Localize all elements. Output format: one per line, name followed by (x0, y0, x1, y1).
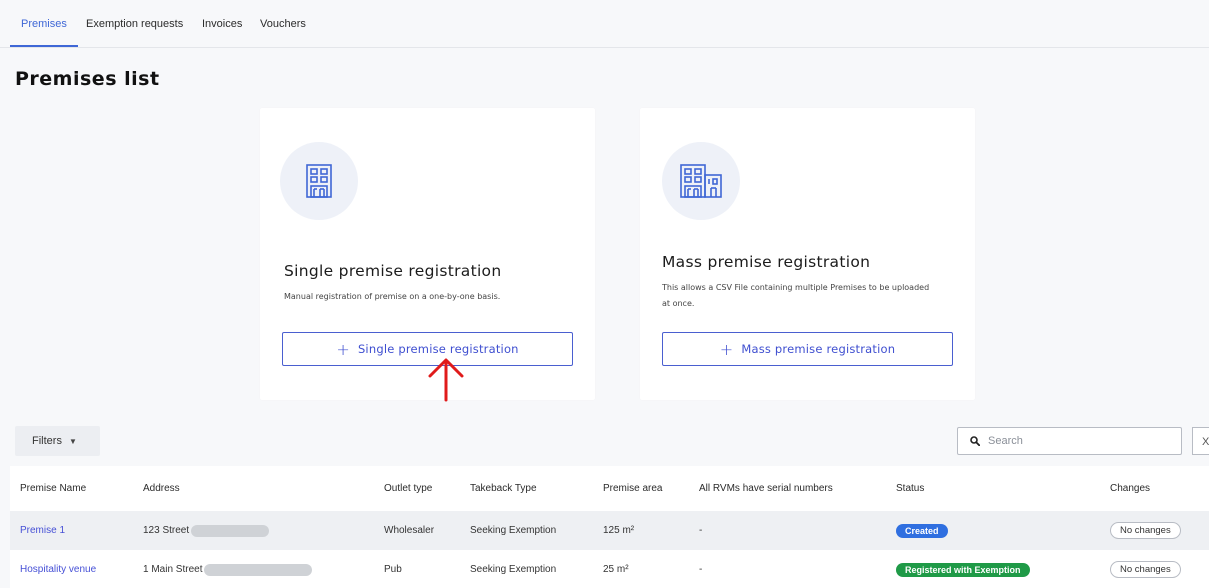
header-status[interactable]: Status (896, 466, 924, 511)
premise-name-link[interactable]: Hospitality venue (20, 564, 96, 575)
search-box (957, 427, 1182, 455)
changes-badge: No changes (1110, 561, 1181, 578)
premise-area: 25 m² (603, 564, 629, 575)
search-input[interactable] (988, 435, 1168, 447)
tab-bar: Premises Exemption requests Invoices Vou… (0, 0, 1209, 48)
table-row[interactable]: Hospitality venue 1 Main Street Pub Seek… (10, 550, 1209, 588)
mass-registration-button-label: Mass premise registration (741, 342, 896, 356)
header-address[interactable]: Address (143, 466, 180, 511)
redacted-block (204, 563, 313, 576)
buildings-icon (662, 142, 740, 220)
tab-vouchers[interactable]: Vouchers (260, 18, 306, 30)
search-icon (970, 436, 980, 446)
takeback-type: Seeking Exemption (470, 525, 557, 536)
mass-registration-title: Mass premise registration (662, 253, 871, 271)
plus-icon: + (719, 339, 734, 359)
header-takeback-type[interactable]: Takeback Type (470, 466, 537, 511)
takeback-type: Seeking Exemption (470, 564, 557, 575)
redacted-block (191, 524, 270, 537)
filters-label: Filters (32, 435, 62, 447)
changes-badge: No changes (1110, 522, 1181, 539)
header-outlet-type[interactable]: Outlet type (384, 466, 432, 511)
outlet-type: Wholesaler (384, 525, 435, 536)
header-premise-area[interactable]: Premise area (603, 466, 662, 511)
premise-name-link[interactable]: Premise 1 (20, 525, 65, 536)
mass-registration-card: Mass premise registration This allows a … (640, 108, 975, 400)
caret-down-icon: ▼ (68, 436, 77, 446)
premises-table: Premise Name Address Outlet type Takebac… (10, 466, 1209, 588)
close-button[interactable]: X (1192, 427, 1209, 455)
building-icon (280, 142, 358, 220)
status-badge: Registered with Exemption (896, 562, 1030, 577)
page-title: Premises list (15, 68, 160, 90)
header-changes[interactable]: Changes (1110, 466, 1150, 511)
address-text: 123 Street (143, 525, 190, 536)
annotation-arrow-icon (428, 358, 464, 402)
premise-area: 125 m² (603, 525, 635, 536)
address-text: 1 Main Street (143, 564, 203, 575)
header-rvm-serials[interactable]: All RVMs have serial numbers (699, 466, 833, 511)
mass-registration-button[interactable]: + Mass premise registration (662, 332, 953, 366)
table-row[interactable]: Premise 1 123 Street Wholesaler Seeking … (10, 511, 1209, 550)
rvm-serials: - (699, 525, 703, 536)
plus-icon: + (336, 339, 350, 359)
status-badge: Created (896, 523, 948, 538)
outlet-type: Pub (384, 564, 402, 575)
header-premise-name[interactable]: Premise Name (20, 466, 86, 511)
filters-button[interactable]: Filters ▼ (15, 426, 100, 456)
tab-exemption-requests[interactable]: Exemption requests (86, 18, 183, 30)
active-tab-indicator (10, 45, 78, 47)
tab-invoices[interactable]: Invoices (202, 18, 242, 30)
rvm-serials: - (699, 564, 703, 575)
single-registration-title: Single premise registration (284, 262, 502, 280)
tab-premises[interactable]: Premises (21, 18, 67, 30)
mass-registration-description: This allows a CSV File containing multip… (662, 283, 930, 308)
single-registration-description: Manual registration of premise on a one-… (284, 292, 501, 301)
table-header: Premise Name Address Outlet type Takebac… (10, 466, 1209, 511)
